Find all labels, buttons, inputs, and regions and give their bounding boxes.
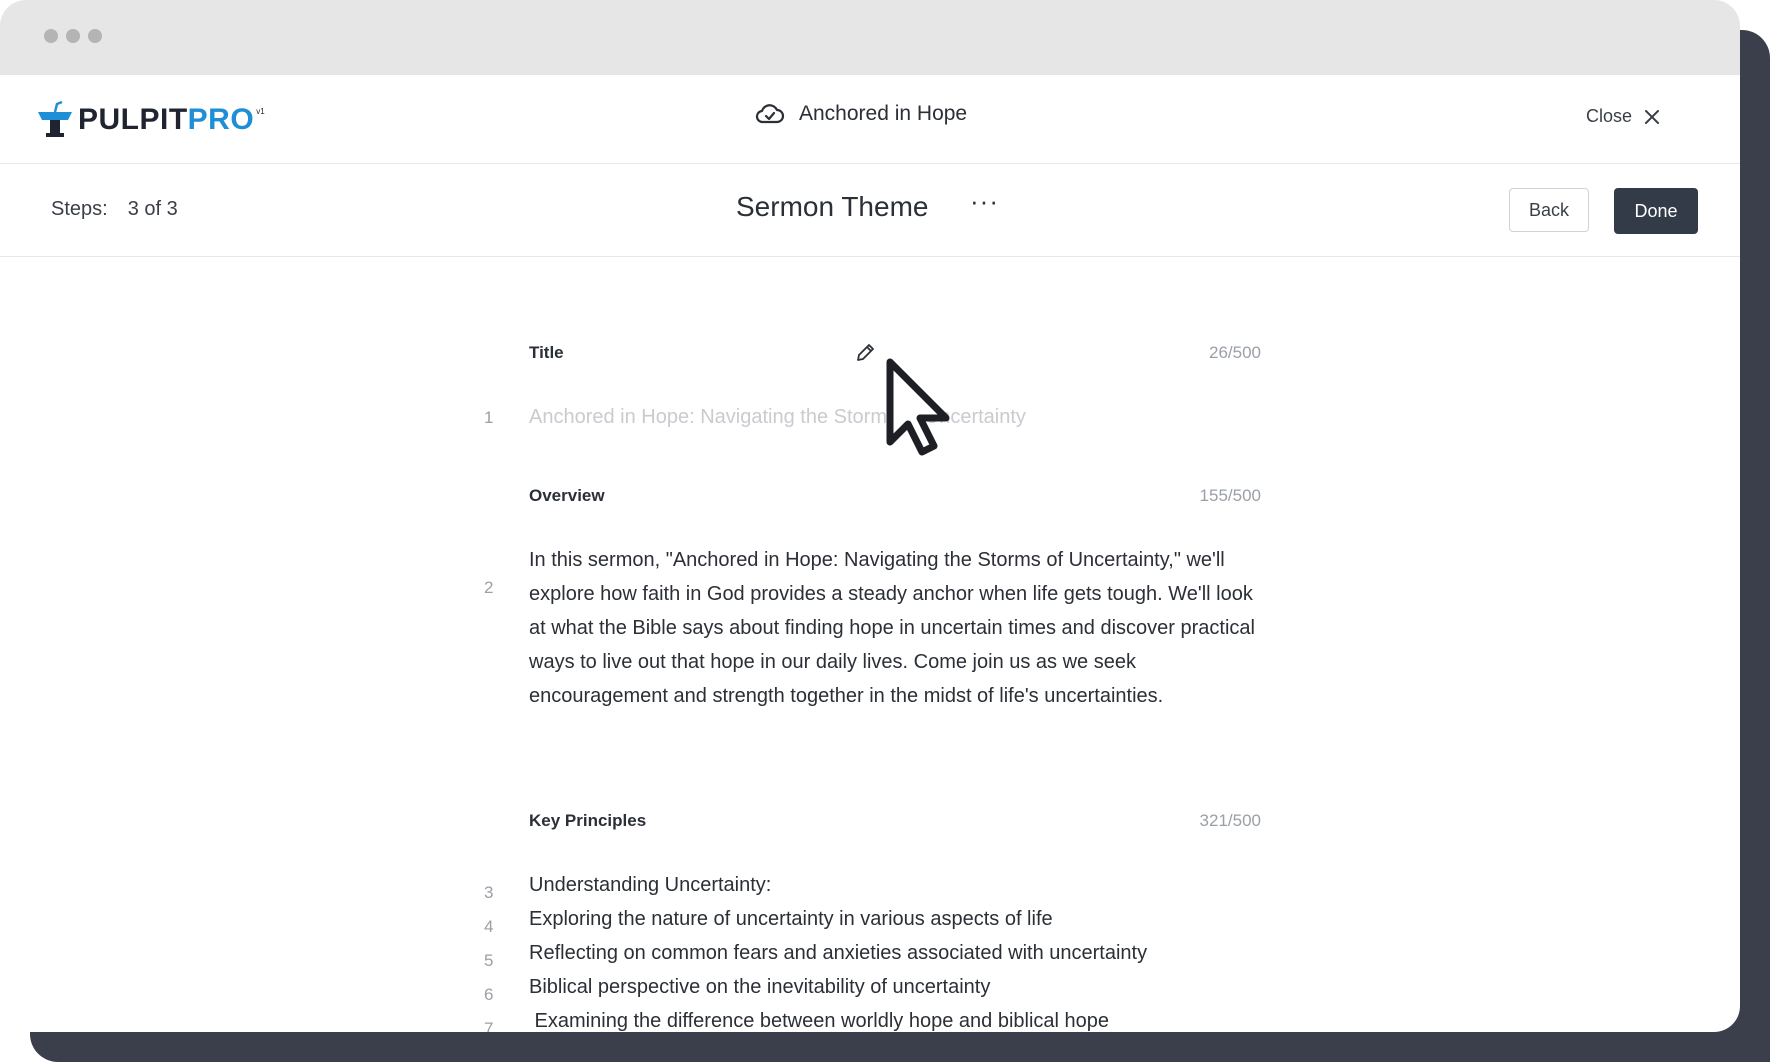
principles-section-label: Key Principles bbox=[529, 811, 647, 830]
principle-line[interactable]: Understanding Uncertainty: bbox=[529, 868, 1264, 902]
step-title: Sermon Theme bbox=[736, 191, 929, 222]
more-options-button[interactable]: ··· bbox=[970, 186, 999, 217]
close-icon bbox=[1645, 109, 1659, 124]
steps-label: Steps: bbox=[51, 198, 108, 220]
principles-char-count: 321/500 bbox=[1199, 811, 1261, 830]
document-title: Anchored in Hope bbox=[755, 102, 967, 126]
logo-version: v1 bbox=[256, 107, 265, 116]
window-minimize-dot[interactable] bbox=[66, 29, 80, 43]
pulpit-icon bbox=[38, 100, 72, 137]
principle-line[interactable]: Exploring the nature of uncertainty in v… bbox=[529, 902, 1264, 936]
line-number: 6 bbox=[484, 985, 494, 1004]
principle-line[interactable]: Biblical perspective on the inevitabilit… bbox=[529, 970, 1264, 1004]
principle-line[interactable]: Examining the difference between worldly… bbox=[529, 1004, 1264, 1032]
window-close-dot[interactable] bbox=[44, 29, 58, 43]
document-title-text: Anchored in Hope bbox=[799, 102, 968, 125]
line-number: 4 bbox=[484, 917, 494, 936]
pulpitpro-logo: PULPITPRO v1 bbox=[36, 97, 265, 143]
line-number: 2 bbox=[484, 578, 494, 597]
logo-wordmark: PULPITPRO bbox=[78, 97, 254, 143]
line-number: 3 bbox=[484, 883, 494, 902]
pencil-icon[interactable] bbox=[855, 343, 875, 363]
done-button[interactable]: Done bbox=[1614, 188, 1698, 234]
overview-textarea[interactable]: In this sermon, "Anchored in Hope: Navig… bbox=[529, 543, 1264, 713]
line-number: 5 bbox=[484, 951, 494, 970]
title-section-label: Title bbox=[529, 343, 564, 362]
overview-char-count: 155/500 bbox=[1199, 486, 1261, 505]
steps-indicator: Steps: 3 of 3 bbox=[51, 198, 178, 221]
title-char-count: 26/500 bbox=[1209, 343, 1261, 362]
step-toolbar: Steps: 3 of 3 Sermon Theme ··· Back Done bbox=[0, 164, 1740, 257]
close-button[interactable]: Close bbox=[1586, 106, 1660, 127]
overview-section-label: Overview bbox=[529, 486, 605, 505]
app-window: PULPITPRO v1 Anchored in Hope Close Step… bbox=[0, 0, 1740, 1032]
line-number: 7 bbox=[484, 1019, 494, 1032]
line-number: 1 bbox=[484, 408, 494, 427]
app-header: PULPITPRO v1 Anchored in Hope Close bbox=[0, 75, 1740, 164]
cloud-check-icon bbox=[755, 104, 785, 124]
principle-line[interactable]: Reflecting on common fears and anxieties… bbox=[529, 936, 1264, 970]
window-titlebar bbox=[0, 0, 1740, 75]
mouse-cursor-icon bbox=[886, 358, 950, 456]
window-controls bbox=[44, 29, 102, 43]
steps-value: 3 of 3 bbox=[127, 198, 178, 220]
logo-main: PULPIT bbox=[78, 103, 188, 136]
close-label: Close bbox=[1585, 106, 1632, 126]
logo-accent: PRO bbox=[187, 103, 255, 136]
window-maximize-dot[interactable] bbox=[88, 29, 102, 43]
back-button[interactable]: Back bbox=[1509, 188, 1589, 232]
